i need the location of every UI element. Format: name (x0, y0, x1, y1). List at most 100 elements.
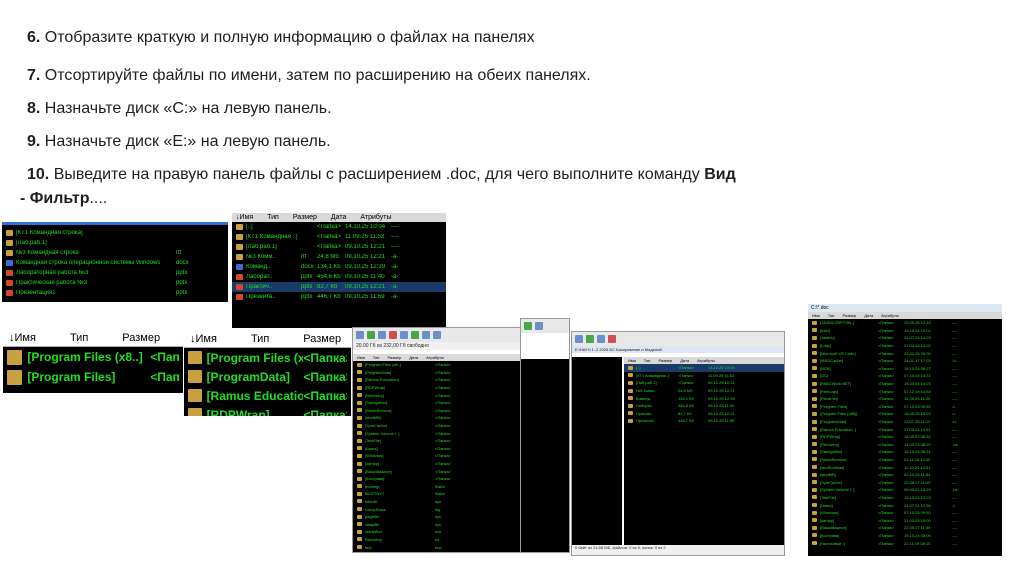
list-item[interactable]: [TestFile] <Папка> 19.10.24 12:03 ---- (808, 494, 1002, 502)
list-item[interactable]: [JAVASCRIPTOB..] <Папка> 20.09.25 12:15 ---… (808, 319, 1002, 327)
list-item[interactable]: [..] <Папка> 14.10.25 10:04 (624, 364, 784, 372)
refresh-icon[interactable] (356, 331, 364, 339)
column-header-0[interactable]: ↓Имя (236, 214, 253, 221)
list-item[interactable]: [SymCache] <Папка> 22.05.17 11:49 ---- (808, 478, 1002, 486)
list-item[interactable]: Презента.. pptx 446,7 Кб 09.10.25 11:59 -a- (232, 292, 446, 302)
view-icon[interactable] (378, 331, 386, 339)
list-item[interactable]: №3 Комм.. rtf 24.8 Мб 09.10.25 12:21 -a- (232, 252, 446, 262)
list-item[interactable]: [PerfLogs] <Папка> 07.12.19 14:54 ---- (808, 387, 1002, 395)
column-header-2[interactable]: Размер (658, 358, 672, 363)
column-header-1[interactable]: Тип (267, 214, 279, 221)
list-item[interactable]: [Кострава] <Папка> 19.10.24 08:05 ---- (808, 532, 1002, 540)
list-item[interactable]: [Windows] <Папка> 07.10.25 09:50 ---- (808, 509, 1002, 517)
copy-icon[interactable] (586, 335, 594, 343)
copy-icon[interactable] (367, 331, 375, 339)
list-item[interactable]: [Налоговые..] <Папка> 22.11.19 08:10 ---- (808, 539, 1002, 547)
column-header-0[interactable]: ↓Имя (190, 333, 217, 345)
list-item[interactable]: Практич.. pptx 82,7 Кб 09.10.25 12:21 -a- (232, 282, 446, 292)
column-header-2[interactable]: Размер (303, 333, 341, 345)
list-item[interactable]: Практическая работа №3 pptx (2, 278, 228, 288)
column-header-1[interactable]: Тип (70, 332, 88, 344)
refresh-icon[interactable] (575, 335, 583, 343)
list-item[interactable]: [StudaRenova] <Папка> 01.11.24 12:40 ---- (808, 456, 1002, 464)
list-item[interactable]: [Program Files] <Папка> (3, 367, 183, 387)
copy-icon[interactable] (524, 322, 532, 330)
list-item[interactable]: Лаборат.. pptx 454,6 Кб 09.10.25 11:40 -a- (232, 272, 446, 282)
list-item[interactable]: [studKodinas] <Папка> 11.10.24 12:31 ---- (808, 463, 1002, 471)
column-header-4[interactable]: Атрибуты (426, 355, 444, 360)
column-header-3[interactable]: Дата (680, 358, 689, 363)
delete-icon[interactable] (389, 331, 397, 339)
list-item[interactable]: №3 Комм.. 24.8 Мб 09.10.25 12:21 (624, 387, 784, 395)
list-item[interactable]: [Intel] <Папка> 19.10.24 10:01 ---- (808, 327, 1002, 335)
pack-icon[interactable] (411, 331, 419, 339)
settings-icon[interactable] (433, 331, 441, 339)
list-item[interactable]: [ProgramData] <Папка> (184, 367, 351, 386)
list-item[interactable]: Лабораторная работа №3 pptx (2, 268, 228, 278)
column-header-0[interactable]: Имя (628, 358, 636, 363)
list-item[interactable]: [Program Files (x86)] <Папка> 18.05.25 15:… (808, 410, 1002, 418)
column-header-2[interactable]: Размер (293, 214, 317, 221)
view-icon[interactable] (535, 322, 543, 330)
column-header-2[interactable]: Размер (842, 313, 856, 318)
list-item[interactable]: [Лаб.раб.1] (2, 238, 228, 248)
list-item[interactable]: [RDPWrap] <Папка> (184, 405, 351, 416)
column-header-4[interactable]: Атрибуты (881, 313, 899, 318)
list-item[interactable]: Практич.. 82,7 Кб 09.10.25 12:21 (624, 410, 784, 418)
column-header-0[interactable]: Имя (357, 355, 365, 360)
list-item[interactable]: [Samigalbin] <Папка> 16.10.24 08:31 ---- (808, 448, 1002, 456)
list-item[interactable]: [Users] <Папка> 21.07.21 12:56 -r- (808, 501, 1002, 509)
list-item[interactable]: [OC] <Папка> 07.10.24 14:22 ---- (808, 372, 1002, 380)
list-item[interactable]: Презентация1 pptx (2, 288, 228, 298)
list-item[interactable]: [MSOCache] <Папка> 24.01.17 17:03 -h- (808, 357, 1002, 365)
list-item[interactable]: [studMB] <Папка> 02.10.25 11:54 ---- (808, 471, 1002, 479)
column-header-0[interactable]: ↓Имя (9, 332, 36, 344)
list-item[interactable]: Команд.. 134,1 Кб 09.10.25 12:39 (624, 394, 784, 402)
search-icon[interactable] (422, 331, 430, 339)
view-icon[interactable] (597, 335, 605, 343)
list-item[interactable]: [ВашиВажное] <Папка> 22.05.17 11:49 ---- (808, 524, 1002, 532)
list-item[interactable]: [ProgramData] <Папка> 23.07.25 11:12 -h- (808, 418, 1002, 426)
list-item[interactable]: [Program Files (x8..]<Папка> (184, 348, 351, 367)
list-item[interactable]: Презента.. 446,7 Кб 09.10.25 11:59 (624, 417, 784, 425)
column-header-4[interactable]: Атрибуты (360, 214, 391, 221)
column-header-0[interactable]: Имя (812, 313, 820, 318)
delete-icon[interactable] (608, 335, 616, 343)
column-header-2[interactable]: Размер (387, 355, 401, 360)
column-header-2[interactable]: Размер (122, 332, 160, 344)
list-item[interactable]: [Лаб.раб.1] <Папка> 09.10.25 12:21 (624, 379, 784, 387)
list-item[interactable]: Команд.. docx 134,1 Кб 09.10.25 12:39 -a- (232, 262, 446, 272)
column-header-1[interactable]: Тип (644, 358, 651, 363)
list-item[interactable]: [КТ1 Командная строка] (2, 228, 228, 238)
list-item[interactable]: Лаборат.. 454,6 Кб 09.10.25 11:40 (624, 402, 784, 410)
list-item[interactable]: [Program Files] <Папка> 07.10.25 09:50 -r- (808, 403, 1002, 411)
list-item[interactable]: Командная строка операционной системы Wi… (2, 258, 228, 268)
column-header-3[interactable]: Дата (409, 355, 418, 360)
column-header-3[interactable]: Дата (864, 313, 873, 318)
list-item[interactable]: [КТ1 Командная ..] <Папка> 11.09.25 11:53-… (232, 232, 446, 242)
list-item[interactable]: [PABCWork.NET] <Папка> 15.03.24 14:25 ---- (808, 380, 1002, 388)
list-item[interactable]: [NCB] <Папка> 19.10.24 08:27 ---- (808, 365, 1002, 373)
cell-size: <Папка> (303, 350, 347, 365)
list-item[interactable]: [Recovery] <Папка> 14.09.23 08:20 -hs (808, 441, 1002, 449)
folder-icon[interactable] (400, 331, 408, 339)
column-header-1[interactable]: Тип (828, 313, 835, 318)
column-header-4[interactable]: Атрибуты (697, 358, 715, 363)
list-item[interactable]: [Logs] <Папка> 27.04.16 10:02 ---- (808, 342, 1002, 350)
list-item[interactable]: [Microsoft VS Code] <Папка> 23.02.25 09:09… (808, 349, 1002, 357)
list-item[interactable]: [Лаб.раб.1] <Папка> 09.10.25 12:21 ---- (232, 242, 446, 252)
column-header-1[interactable]: Тип (373, 355, 380, 360)
list-item[interactable]: [..] <Папка> 14.10.25 10:04 ---- (232, 222, 446, 232)
list-item[interactable]: [Ramus Education..] <Папка> 27.05.24 15:51… (808, 425, 1002, 433)
list-item[interactable]: [System Volume I..] <Папка> 09.09.21 15:29… (808, 486, 1002, 494)
list-item[interactable]: [RDPWrap] <Папка> 18.05.22 08:32 ---- (808, 433, 1002, 441)
list-item[interactable]: [Program Files (x8..]<Папка> (3, 347, 183, 367)
column-header-1[interactable]: Тип (251, 333, 269, 345)
list-item[interactable]: [Ramus Education..]<Папка> (184, 386, 351, 405)
list-item[interactable]: [Jaasvu] <Папка> 21.07.24 14:25 ---- (808, 334, 1002, 342)
list-item[interactable]: №3 Командная строка rtf (2, 248, 228, 258)
list-item[interactable]: [xampp] <Папка> 31.03.25 15:00 ---- (808, 516, 1002, 524)
list-item[interactable]: [КТ1 Командная..] <Папка> 11.09.25 11:53 (624, 372, 784, 380)
list-item[interactable]: [Privat.txt] <Папка> 16.09.25 11:25 ---- (808, 395, 1002, 403)
column-header-3[interactable]: Дата (331, 214, 347, 221)
